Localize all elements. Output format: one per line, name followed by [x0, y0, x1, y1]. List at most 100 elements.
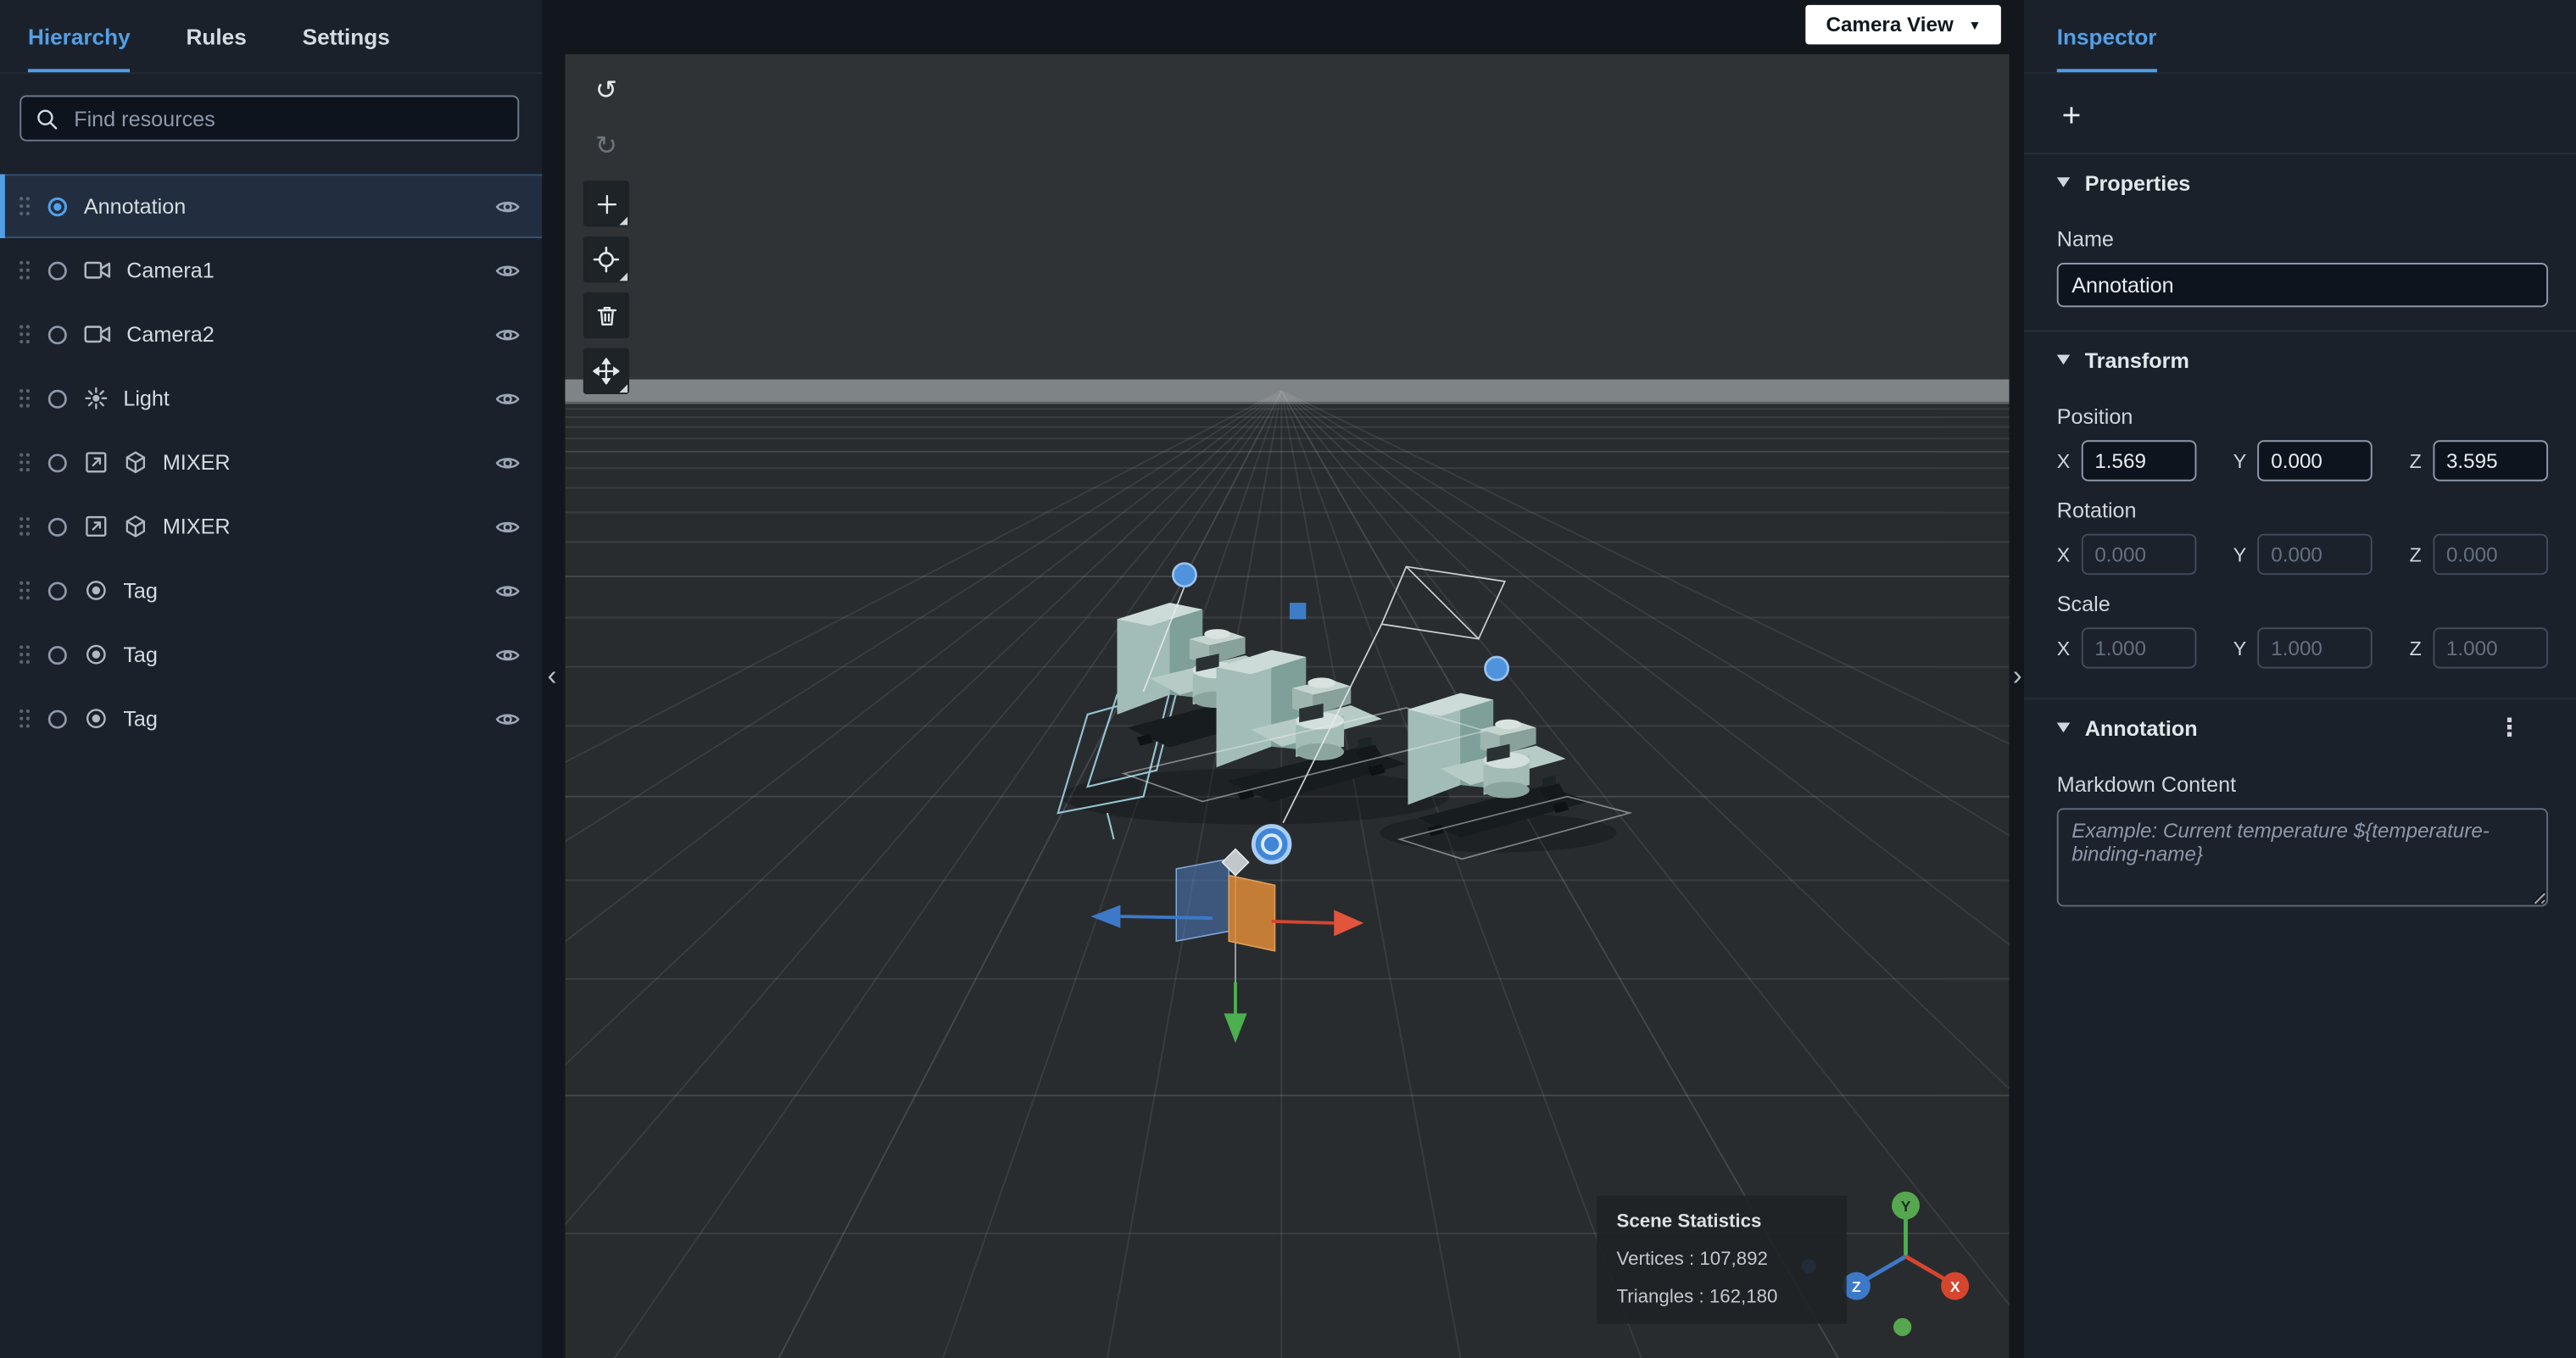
tree-item-tag-1[interactable]: Tag [0, 559, 542, 623]
drag-handle-icon[interactable] [18, 515, 31, 537]
radio-icon[interactable] [46, 323, 69, 346]
position-y-input[interactable] [2257, 440, 2373, 481]
hierarchy-panel: Hierarchy Rules Settings Annotation [0, 0, 543, 1358]
tree-item-annotation[interactable]: Annotation [0, 174, 543, 238]
radio-icon[interactable] [46, 259, 69, 281]
section-transform-body: Position X Y Z Rotation X Y Z Scale X Y … [2024, 387, 2576, 678]
viewport-toolbar: ↺ ↻ [583, 69, 630, 394]
kebab-menu-icon[interactable]: ⋮ [2497, 713, 2522, 743]
vertices-count: Vertices : 107,892 [1616, 1249, 1768, 1270]
axis-label-x: X [1950, 1278, 1960, 1295]
section-properties-title: Properties [2084, 170, 2191, 195]
position-z-input[interactable] [2433, 440, 2549, 481]
drag-handle-icon[interactable] [18, 196, 31, 217]
expand-right-panel-button[interactable]: › [2008, 657, 2027, 697]
tree-item-mixer-1[interactable]: MIXER [0, 431, 542, 495]
axis-ball-neg-y[interactable] [1893, 1317, 1912, 1337]
section-transform-header[interactable]: Transform [2024, 330, 2576, 387]
move-tool-button[interactable] [583, 348, 630, 394]
eye-icon[interactable] [494, 643, 521, 666]
tab-rules[interactable]: Rules [187, 0, 247, 72]
tab-settings-label: Settings [302, 24, 390, 49]
annotation-handle-selected[interactable] [1251, 824, 1292, 865]
transform-target-button[interactable] [583, 237, 630, 283]
camera-icon [84, 324, 112, 345]
tab-inspector[interactable]: Inspector [2056, 0, 2156, 73]
eye-icon[interactable] [494, 707, 521, 730]
cube-icon [123, 450, 148, 475]
eye-icon[interactable] [494, 259, 521, 281]
collapse-left-panel-button[interactable]: ‹ [542, 657, 561, 697]
camera-view-dropdown[interactable]: Camera View ▼ [1806, 4, 2001, 45]
radio-icon[interactable] [46, 579, 69, 602]
radio-icon[interactable] [46, 451, 69, 474]
annotation-handle-1[interactable] [1172, 562, 1197, 588]
scene-sky [565, 53, 2010, 380]
eye-icon[interactable] [494, 451, 521, 474]
delete-button[interactable] [583, 292, 630, 339]
tree-item-mixer-2[interactable]: MIXER [0, 494, 542, 559]
search-box[interactable] [20, 95, 520, 142]
tag-icon [84, 706, 109, 731]
eye-icon[interactable] [494, 515, 521, 537]
section-transform-title: Transform [2084, 347, 2189, 372]
tree-item-camera2[interactable]: Camera2 [0, 303, 542, 367]
gizmo-plane-orange[interactable] [1228, 874, 1276, 952]
scene-statistics-panel: Scene Statistics Vertices : 107,892 Tria… [1597, 1195, 1847, 1324]
tree-item-label: Camera2 [126, 321, 215, 347]
annotation-handle-2[interactable] [1484, 655, 1509, 682]
axis-label-y: Y [1901, 1198, 1911, 1215]
drag-handle-icon[interactable] [18, 708, 31, 729]
light-icon [84, 386, 109, 410]
drag-handle-icon[interactable] [18, 580, 31, 601]
annotation-marker-square[interactable] [1289, 603, 1307, 620]
search-input[interactable] [70, 104, 505, 132]
tree-item-camera1[interactable]: Camera1 [0, 238, 542, 303]
gizmo-x-axis[interactable] [1271, 920, 1335, 925]
eye-icon[interactable] [494, 323, 521, 346]
tree-item-light[interactable]: Light [0, 366, 542, 431]
add-object-button[interactable] [583, 181, 630, 227]
tab-hierarchy[interactable]: Hierarchy [27, 0, 131, 73]
axis-z-label: Z [2409, 448, 2422, 473]
tree-item-label: MIXER [162, 514, 231, 539]
3d-scene-canvas[interactable]: Y Z X [565, 53, 2010, 1358]
radio-icon[interactable] [46, 707, 69, 730]
tab-settings[interactable]: Settings [303, 0, 390, 72]
position-x-input[interactable] [2081, 440, 2197, 481]
gizmo-plane-blue[interactable] [1175, 858, 1230, 943]
eye-icon[interactable] [494, 579, 521, 602]
radio-icon[interactable] [46, 643, 69, 666]
section-annotation-header[interactable]: Annotation ⋮ [2024, 698, 2576, 755]
scale-y-input [2257, 627, 2373, 669]
left-tabstrip: Hierarchy Rules Settings [0, 0, 543, 75]
3d-viewport[interactable]: ↺ ↻ Y Z X Scene Statistics Vertices: 10… [565, 53, 2010, 1358]
scale-x-input [2081, 627, 2197, 669]
drag-handle-icon[interactable] [18, 644, 31, 665]
section-annotation-title: Annotation [2084, 715, 2198, 740]
tree-item-tag-2[interactable]: Tag [0, 622, 542, 687]
eye-icon[interactable] [494, 387, 521, 409]
drag-handle-icon[interactable] [18, 324, 31, 345]
eye-icon[interactable] [494, 195, 521, 218]
drag-handle-icon[interactable] [18, 387, 31, 409]
redo-button[interactable]: ↻ [583, 125, 629, 170]
undo-button[interactable]: ↺ [583, 69, 629, 114]
section-properties-header[interactable]: Properties [2024, 153, 2576, 210]
drag-handle-icon[interactable] [18, 452, 31, 473]
radio-selected-icon[interactable] [46, 195, 69, 218]
axis-y-label: Y [2233, 636, 2247, 660]
drag-handle-icon[interactable] [18, 259, 31, 281]
radio-icon[interactable] [46, 515, 69, 537]
tree-item-tag-3[interactable]: Tag [0, 687, 542, 751]
scale-z-input [2433, 627, 2549, 669]
position-label: Position [2056, 404, 2133, 429]
redo-icon: ↻ [594, 132, 617, 161]
gizmo-z-axis[interactable] [1120, 915, 1213, 920]
search-icon [37, 109, 58, 129]
radio-icon[interactable] [46, 387, 69, 409]
name-input[interactable] [2056, 263, 2549, 308]
markdown-content-textarea[interactable] [2056, 808, 2549, 907]
add-component-button[interactable]: + [2062, 100, 2095, 133]
axis-x-label: X [2056, 636, 2071, 660]
